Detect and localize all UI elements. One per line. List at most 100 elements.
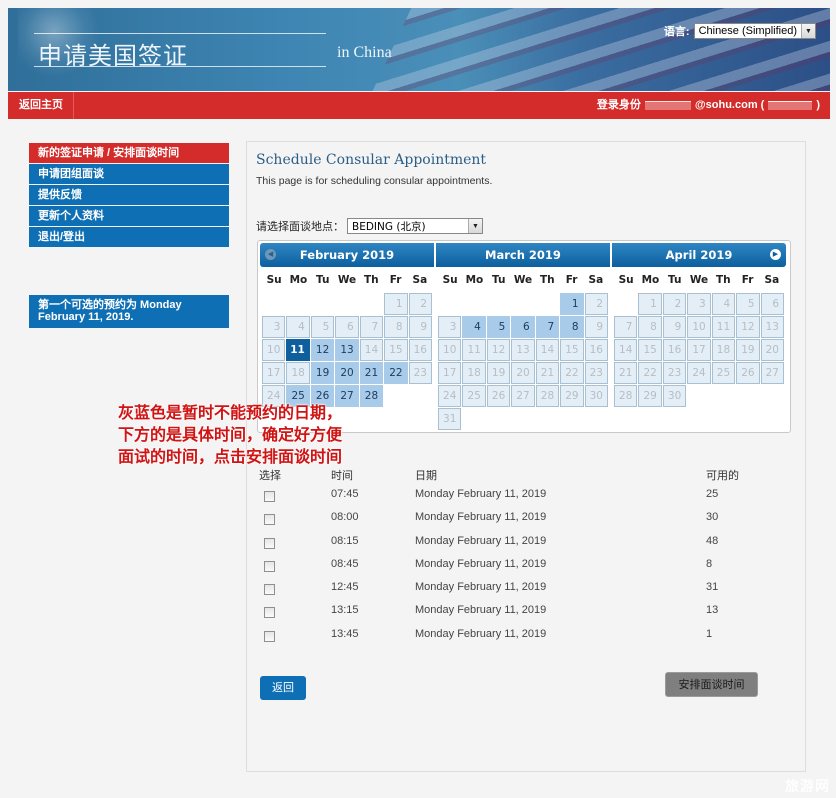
calendar-month: ◀ February 2019 Su Mo Tu We Th Fr Sa 123456789… — [260, 243, 434, 407]
calendar-day-unavailable: 2 — [408, 293, 432, 315]
slot-checkbox[interactable] — [264, 607, 275, 619]
calendar-day-available[interactable]: 8 — [560, 316, 584, 338]
calendar-day-available[interactable]: 6 — [511, 316, 535, 338]
header-banner: 申请美国签证 in China 语言: Chinese (Simplified)… — [8, 8, 830, 91]
login-label: 登录身份 — [596, 99, 641, 111]
calendar-day-unavailable: 4 — [286, 316, 310, 338]
table-row: 13:45 Monday February 11, 2019 1 — [259, 625, 759, 648]
calendar-day-unavailable: 11 — [711, 316, 736, 338]
calendar-day-unavailable: 17 — [438, 362, 462, 384]
calendar-day-available[interactable]: 21 — [359, 362, 384, 384]
calendar-day-unavailable: 2 — [662, 293, 687, 315]
calendar-day-unavailable: 20 — [511, 362, 535, 384]
site-title: 申请美国签证 — [38, 42, 188, 70]
sidebar-item-new-application[interactable]: 新的签证申请 / 安排面谈时间 — [29, 143, 229, 163]
calendar-day-unavailable: 24 — [438, 385, 462, 407]
calendar-day-available[interactable]: 7 — [535, 316, 560, 338]
calendar-day-unavailable: 10 — [262, 339, 286, 361]
first-available-note: 第一个可选的预约为 Monday February 11, 2019. — [29, 295, 229, 328]
prev-arrow-icon[interactable]: ◀ — [265, 249, 276, 260]
calendar-day-unavailable: 30 — [584, 385, 608, 407]
annotation-line: 下方的是具体时间，确定好方便 — [118, 425, 343, 444]
day-grid: 1 2 3 4 5 6 7 8 9 10 11 12 13 14 15 16 17 18 19 20 21 22 23 24 2… — [612, 293, 786, 407]
calendar-day-unavailable: 22 — [560, 362, 584, 384]
slot-checkbox[interactable] — [264, 584, 275, 596]
calendar-day-unavailable: 12 — [486, 339, 511, 361]
calendar-day-available[interactable]: 19 — [310, 362, 335, 384]
calendar-day-unavailable: 17 — [687, 339, 711, 361]
chevron-down-icon[interactable]: ▼ — [468, 219, 482, 233]
language-select[interactable]: Chinese (Simplified) ▼ — [693, 23, 816, 39]
login-info: 登录身份 @sohu.com ( ) — [597, 92, 820, 119]
month-header: ◀ February 2019 — [260, 243, 434, 267]
slot-available-count: 13 — [706, 604, 719, 617]
schedule-appointment-button[interactable]: 安排面谈时间 — [665, 672, 758, 697]
calendar-day-unavailable: 6 — [335, 316, 359, 338]
calendar-empty-cell — [614, 293, 637, 315]
calendar-day-available[interactable]: 5 — [486, 316, 511, 338]
login-email: @sohu.com ( — [694, 99, 765, 111]
calendar-day-available[interactable]: 4 — [462, 316, 486, 338]
slot-checkbox[interactable] — [264, 537, 275, 549]
calendar-day-unavailable: 5 — [736, 293, 760, 315]
language-selector: 语言: Chinese (Simplified) ▼ — [664, 23, 816, 39]
calendar-day-unavailable: 10 — [438, 339, 462, 361]
header-time: 时间 — [331, 470, 353, 482]
calendar-day-unavailable: 17 — [262, 362, 286, 384]
redacted-name — [768, 101, 813, 110]
calendar-day-selected[interactable]: 11 — [286, 339, 310, 361]
chevron-down-icon[interactable]: ▼ — [801, 24, 815, 38]
title-rule-top — [34, 33, 326, 34]
sidebar-item-group-interview[interactable]: 申请团组面谈 — [29, 164, 229, 184]
calendar-day-available[interactable]: 1 — [560, 293, 584, 315]
calendar-day-unavailable: 19 — [486, 362, 511, 384]
calendar-empty-cell — [360, 293, 383, 315]
weekday-label: We — [337, 274, 357, 286]
flag-decoration — [355, 8, 830, 91]
sidebar-item-update-profile[interactable]: 更新个人资料 — [29, 206, 229, 226]
calendar-day-available[interactable]: 28 — [359, 385, 384, 407]
calendar-empty-cell — [286, 293, 309, 315]
calendar-day-unavailable: 20 — [760, 339, 784, 361]
weekday-label: Th — [363, 274, 379, 286]
site-subtitle: in China — [337, 44, 392, 61]
slot-date: Monday February 11, 2019 — [415, 534, 547, 547]
slot-checkbox[interactable] — [264, 560, 275, 572]
calendar-day-unavailable: 29 — [638, 385, 662, 407]
next-arrow-icon[interactable]: ▶ — [770, 249, 781, 260]
slot-checkbox[interactable] — [264, 491, 275, 502]
calendar-day-unavailable: 3 — [687, 293, 711, 315]
slot-time: 08:45 — [331, 557, 359, 570]
calendar-day-available[interactable]: 12 — [310, 339, 335, 361]
slot-time: 08:15 — [331, 534, 359, 547]
slot-date: Monday February 11, 2019 — [415, 557, 547, 570]
calendar-day-unavailable: 22 — [638, 362, 662, 384]
calendar-empty-cell — [335, 293, 358, 315]
calendar-empty-cell — [511, 293, 534, 315]
slot-date: Monday February 11, 2019 — [415, 488, 547, 500]
calendar-day-unavailable: 12 — [736, 316, 760, 338]
calendar-day-unavailable: 28 — [535, 385, 560, 407]
weekday-label: Th — [539, 274, 555, 286]
calendar-day-available[interactable]: 22 — [384, 362, 408, 384]
calendar-month: April 2019 ▶ Su Mo Tu We Th Fr Sa 1 2 3 4 5 6 7 8 9 10 1… — [612, 243, 786, 407]
home-link[interactable]: 返回主页 — [8, 92, 74, 119]
top-nav-bar: 返回主页 登录身份 @sohu.com ( ) — [8, 92, 830, 119]
calendar-day-unavailable: 18 — [462, 362, 486, 384]
location-select[interactable]: BEDING (北京) ▼ — [347, 218, 483, 234]
calendar-day-available[interactable]: 20 — [335, 362, 359, 384]
location-label: 请选择面谈地点： — [256, 221, 344, 233]
table-header: 选择 时间 日期 可用的 — [259, 467, 759, 485]
calendar-day-available[interactable]: 13 — [335, 339, 359, 361]
calendar-empty-cell — [462, 293, 485, 315]
calendar-day-unavailable: 7 — [359, 316, 384, 338]
sidebar-item-logout[interactable]: 退出/登出 — [29, 227, 229, 247]
sidebar-item-feedback[interactable]: 提供反馈 — [29, 185, 229, 205]
calendar-day-unavailable: 28 — [614, 385, 638, 407]
slot-available-count: 1 — [706, 627, 713, 640]
slot-checkbox[interactable] — [264, 630, 275, 642]
calendar-empty-cell — [438, 293, 461, 315]
slot-checkbox[interactable] — [264, 514, 275, 526]
language-label: 语言: — [663, 26, 690, 38]
back-button[interactable]: 返回 — [260, 676, 306, 700]
